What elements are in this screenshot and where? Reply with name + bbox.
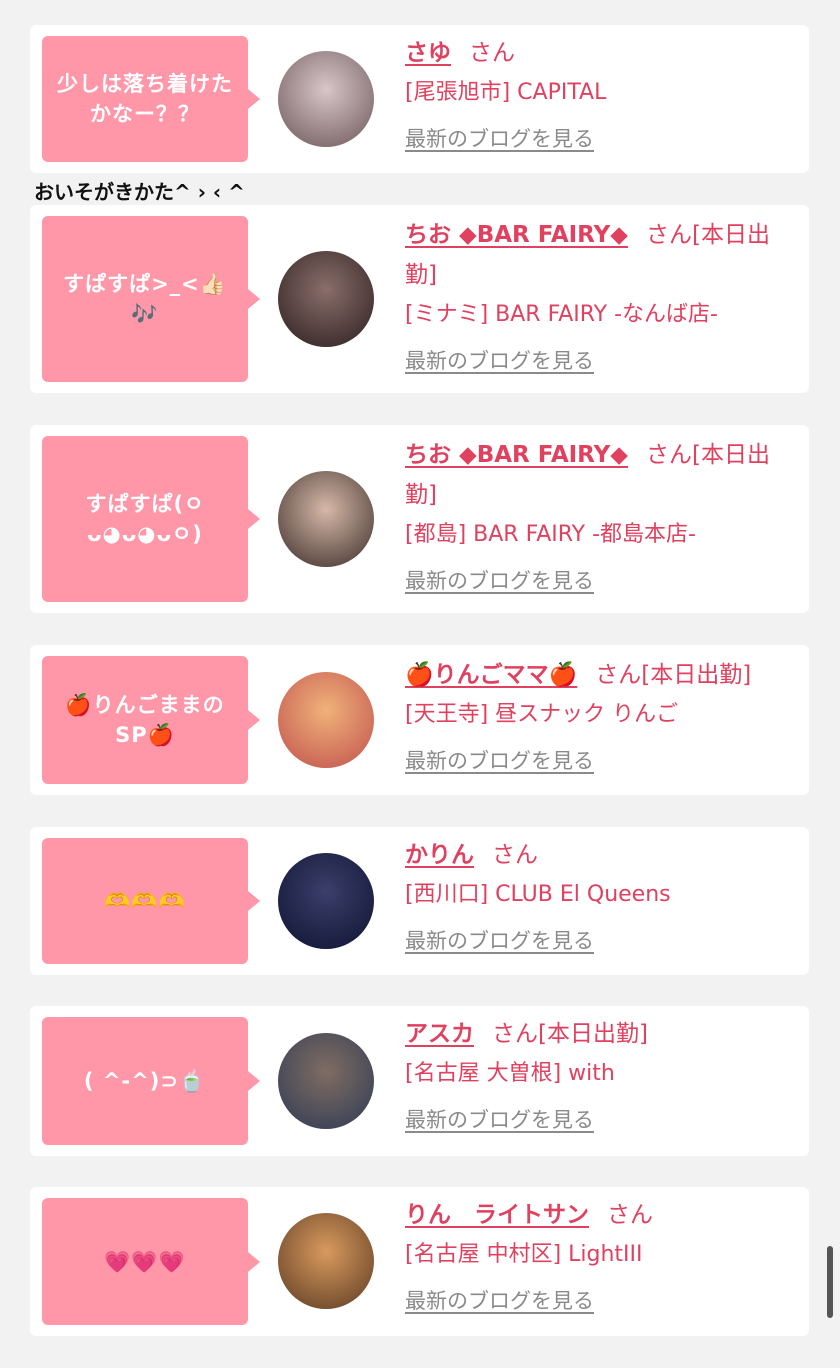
user-name-link[interactable]: 🍎りんごママ🍎 [405,662,577,688]
comment-bubble[interactable]: すぱすぱ(ㅇᴗ◕ᴗ◕ᴗㅇ) [42,436,260,602]
user-name-link[interactable]: かりん [405,842,474,868]
latest-blog-link[interactable]: 最新のブログを見る [405,345,594,375]
comment-bubble[interactable]: 少しは落ち着けたかなー？？ [42,36,260,162]
comment-bubble[interactable]: 🫶🫶🫶 [42,838,260,964]
avatar[interactable] [278,1213,374,1309]
avatar[interactable] [278,672,374,768]
user-card: すぱすぱ(ㅇᴗ◕ᴗ◕ᴗㅇ) ちお ◆BAR FAIRY◆ さん[本日出勤] [都島… [30,425,809,613]
shop-info: [名古屋 大曽根] with [405,1061,615,1086]
user-card: すぱすぱ>_<👍🏻🎶 ちお ◆BAR FAIRY◆ さん[本日出勤] [ミナミ] … [30,205,809,393]
shop-info: [尾張旭市] CAPITAL [405,80,607,105]
name-suffix: さん[本日出勤] [492,1021,648,1047]
avatar[interactable] [278,1033,374,1129]
user-name-link[interactable]: りん ライトサン [405,1202,589,1228]
name-suffix: さん[本日出勤] [595,662,752,688]
comment-bubble[interactable]: 💗💗💗 [42,1198,260,1325]
user-card: ( ^-^)⊃🍵 アスカ さん[本日出勤] [名古屋 大曽根] with 最新のブ… [30,1006,809,1156]
name-suffix: さん [469,40,515,66]
user-card: 少しは落ち着けたかなー？？ さゆ さん [尾張旭市] CAPITAL 最新のブログ… [30,25,809,173]
comment-bubble[interactable]: ( ^-^)⊃🍵 [42,1017,260,1145]
avatar[interactable] [278,51,374,147]
latest-blog-link[interactable]: 最新のブログを見る [405,1285,594,1315]
user-name-link[interactable]: ちお ◆BAR FAIRY◆ [405,442,628,468]
user-card: 🍎りんごままのSP🍎 🍎りんごママ🍎 さん[本日出勤] [天王寺] 昼スナック り… [30,645,809,795]
latest-blog-link[interactable]: 最新のブログを見る [405,565,594,595]
avatar[interactable] [278,251,374,347]
user-name-link[interactable]: アスカ [405,1021,474,1047]
shop-info: [天王寺] 昼スナック りんご [405,702,679,727]
comment-bubble[interactable]: 🍎りんごままのSP🍎 [42,656,260,784]
avatar[interactable] [278,853,374,949]
latest-blog-link[interactable]: 最新のブログを見る [405,123,594,153]
standalone-caption: おいそがきかた^ › ‹ ^ [34,180,245,204]
user-card: 💗💗💗 りん ライトサン さん [名古屋 中村区] LightIII 最新のブログ… [30,1187,809,1336]
name-suffix: さん [492,842,538,868]
shop-info: [都島] BAR FAIRY -都島本店- [405,522,696,547]
user-name-link[interactable]: ちお ◆BAR FAIRY◆ [405,222,628,248]
name-suffix: さん [607,1202,653,1228]
latest-blog-link[interactable]: 最新のブログを見る [405,925,594,955]
avatar[interactable] [278,471,374,567]
shop-info: [ミナミ] BAR FAIRY -なんば店- [405,302,718,327]
scrollbar[interactable] [827,1246,833,1318]
user-card: 🫶🫶🫶 かりん さん [西川口] CLUB El Queens 最新のブログを見る [30,827,809,975]
shop-info: [名古屋 中村区] LightIII [405,1242,643,1267]
shop-info: [西川口] CLUB El Queens [405,882,671,907]
comment-bubble[interactable]: すぱすぱ>_<👍🏻🎶 [42,216,260,382]
latest-blog-link[interactable]: 最新のブログを見る [405,1104,594,1134]
latest-blog-link[interactable]: 最新のブログを見る [405,745,594,775]
user-name-link[interactable]: さゆ [405,40,451,66]
